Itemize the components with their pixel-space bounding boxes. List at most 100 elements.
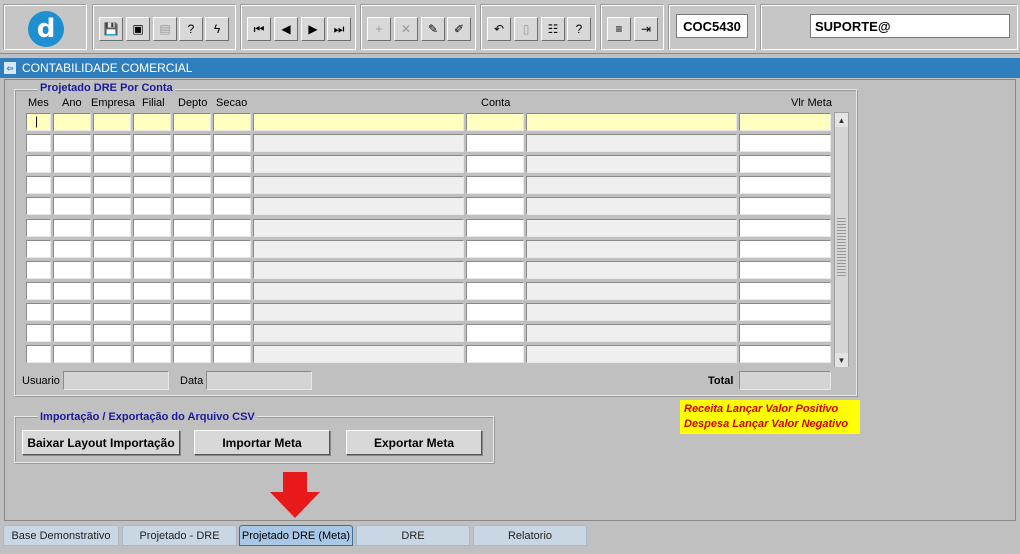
filial-cell[interactable] xyxy=(133,239,171,258)
vlr-meta-cell[interactable] xyxy=(739,155,831,174)
conta-cell[interactable] xyxy=(466,260,524,279)
tab-dre[interactable]: DRE xyxy=(356,525,470,546)
depto-cell[interactable] xyxy=(173,302,211,321)
empresa-cell[interactable] xyxy=(93,155,131,174)
filial-cell[interactable] xyxy=(133,260,171,279)
depto-cell[interactable] xyxy=(173,155,211,174)
conta-descricao-cell[interactable] xyxy=(526,197,737,216)
import-meta-button[interactable]: Importar Meta xyxy=(194,430,330,455)
conta-cell[interactable] xyxy=(466,281,524,300)
descricao-cell[interactable] xyxy=(253,239,464,258)
secao-cell[interactable] xyxy=(213,197,251,216)
descricao-cell[interactable] xyxy=(253,324,464,342)
ano-cell[interactable] xyxy=(53,197,91,216)
secao-cell[interactable] xyxy=(213,134,251,153)
empresa-cell[interactable] xyxy=(93,113,131,131)
secao-cell[interactable] xyxy=(213,113,251,131)
mes-cell[interactable] xyxy=(26,197,51,216)
ano-cell[interactable] xyxy=(53,218,91,237)
ano-cell[interactable] xyxy=(53,113,91,131)
filial-cell[interactable] xyxy=(133,281,171,300)
mes-cell[interactable] xyxy=(26,218,51,237)
vlr-meta-cell[interactable] xyxy=(739,345,831,364)
ano-cell[interactable] xyxy=(53,345,91,364)
mes-cell[interactable] xyxy=(26,176,51,195)
mes-cell[interactable] xyxy=(26,155,51,174)
list-values-icon[interactable]: ☷ xyxy=(541,17,565,41)
conta-cell[interactable] xyxy=(466,324,524,342)
mes-cell[interactable] xyxy=(26,260,51,279)
vlr-meta-cell[interactable] xyxy=(739,176,831,195)
filial-cell[interactable] xyxy=(133,176,171,195)
vlr-meta-cell[interactable] xyxy=(739,197,831,216)
descricao-cell[interactable] xyxy=(253,113,464,131)
mes-cell[interactable] xyxy=(26,281,51,300)
empresa-cell[interactable] xyxy=(93,260,131,279)
secao-cell[interactable] xyxy=(213,155,251,174)
conta-cell[interactable] xyxy=(466,176,524,195)
delete-record-icon[interactable]: ✕ xyxy=(394,17,418,41)
print-icon[interactable]: ▤ xyxy=(153,17,177,41)
secao-cell[interactable] xyxy=(213,176,251,195)
conta-cell[interactable] xyxy=(466,218,524,237)
empresa-cell[interactable] xyxy=(93,302,131,321)
secao-cell[interactable] xyxy=(213,345,251,364)
descricao-cell[interactable] xyxy=(253,155,464,174)
depto-cell[interactable] xyxy=(173,239,211,258)
vlr-meta-cell[interactable] xyxy=(739,324,831,342)
mes-cell[interactable] xyxy=(26,302,51,321)
edit-record-icon[interactable]: ✎ xyxy=(421,17,445,41)
conta-descricao-cell[interactable] xyxy=(526,218,737,237)
depto-cell[interactable] xyxy=(173,176,211,195)
empresa-cell[interactable] xyxy=(93,134,131,153)
filial-cell[interactable] xyxy=(133,302,171,321)
grid-scrollbar[interactable]: ▲ ▼ xyxy=(834,112,849,367)
ano-cell[interactable] xyxy=(53,324,91,342)
empresa-cell[interactable] xyxy=(93,218,131,237)
vlr-meta-cell[interactable] xyxy=(739,218,831,237)
depto-cell[interactable] xyxy=(173,197,211,216)
conta-cell[interactable] xyxy=(466,113,524,131)
empresa-cell[interactable] xyxy=(93,324,131,342)
save-icon[interactable]: 💾 xyxy=(99,17,123,41)
descricao-cell[interactable] xyxy=(253,218,464,237)
window-icon[interactable]: ▣ xyxy=(126,17,150,41)
filial-cell[interactable] xyxy=(133,197,171,216)
scroll-down-icon[interactable]: ▼ xyxy=(835,353,848,367)
data-field[interactable] xyxy=(206,371,312,390)
depto-cell[interactable] xyxy=(173,218,211,237)
descricao-cell[interactable] xyxy=(253,197,464,216)
secao-cell[interactable] xyxy=(213,302,251,321)
ano-cell[interactable] xyxy=(53,239,91,258)
filial-cell[interactable] xyxy=(133,155,171,174)
tab-projetado-dre-meta[interactable]: Projetado DRE (Meta) xyxy=(239,525,353,546)
conta-descricao-cell[interactable] xyxy=(526,302,737,321)
menu-icon[interactable]: ≡ xyxy=(607,17,631,41)
execute-query-icon[interactable]: ϟ xyxy=(205,17,229,41)
conta-descricao-cell[interactable] xyxy=(526,134,737,153)
vlr-meta-cell[interactable] xyxy=(739,239,831,258)
mes-cell[interactable] xyxy=(26,345,51,364)
tab-projetado-dre[interactable]: Projetado - DRE xyxy=(122,525,237,546)
conta-descricao-cell[interactable] xyxy=(526,155,737,174)
secao-cell[interactable] xyxy=(213,239,251,258)
query-icon[interactable]: ? xyxy=(179,17,203,41)
scroll-up-icon[interactable]: ▲ xyxy=(835,113,848,127)
empresa-cell[interactable] xyxy=(93,239,131,258)
depto-cell[interactable] xyxy=(173,113,211,131)
ano-cell[interactable] xyxy=(53,155,91,174)
conta-cell[interactable] xyxy=(466,134,524,153)
conta-descricao-cell[interactable] xyxy=(526,324,737,342)
mes-cell[interactable] xyxy=(26,239,51,258)
conta-cell[interactable] xyxy=(466,239,524,258)
export-meta-button[interactable]: Exportar Meta xyxy=(346,430,482,455)
ano-cell[interactable] xyxy=(53,134,91,153)
help-icon[interactable]: ? xyxy=(567,17,591,41)
descricao-cell[interactable] xyxy=(253,176,464,195)
tab-relatorio[interactable]: Relatorio xyxy=(473,525,587,546)
empresa-cell[interactable] xyxy=(93,176,131,195)
empresa-cell[interactable] xyxy=(93,281,131,300)
descricao-cell[interactable] xyxy=(253,260,464,279)
empresa-cell[interactable] xyxy=(93,345,131,364)
conta-cell[interactable] xyxy=(466,197,524,216)
